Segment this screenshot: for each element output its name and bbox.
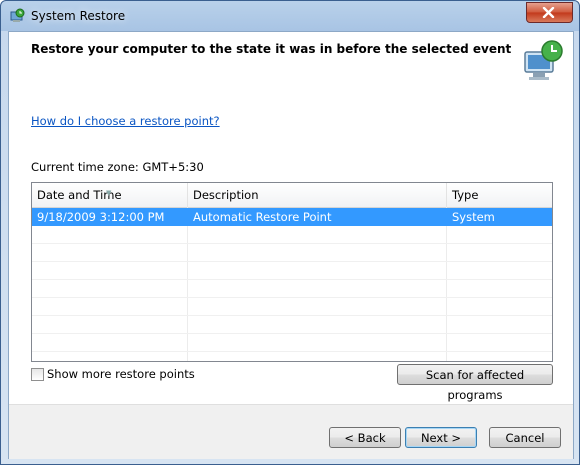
wizard-footer: < Back Next > Cancel	[9, 404, 573, 459]
cell-date: 9/18/2009 3:12:00 PM	[37, 210, 165, 224]
column-header-date[interactable]: ▼ Date and Time	[32, 183, 188, 207]
close-button[interactable]	[526, 2, 573, 23]
system-restore-window: System Restore Restore your computer to …	[0, 0, 580, 465]
restore-monitor-icon	[519, 38, 565, 87]
cell-type: System	[452, 210, 495, 224]
help-link[interactable]: How do I choose a restore point?	[31, 114, 220, 128]
page-title: Restore your computer to the state it wa…	[31, 42, 512, 56]
cancel-button[interactable]: Cancel	[489, 427, 561, 448]
table-row[interactable]: 9/18/2009 3:12:00 PM Automatic Restore P…	[32, 208, 552, 226]
wizard-header: Restore your computer to the state it wa…	[9, 32, 573, 94]
wizard-content: Restore your computer to the state it wa…	[8, 31, 574, 459]
restore-point-list[interactable]: ▼ Date and Time Description Type 9/18/20…	[31, 182, 553, 362]
show-more-label: Show more restore points	[47, 367, 195, 381]
timezone-label: Current time zone: GMT+5:30	[31, 160, 204, 174]
column-header-type[interactable]: Type	[447, 183, 552, 207]
list-header: ▼ Date and Time Description Type	[32, 183, 552, 208]
checkbox-box[interactable]	[31, 368, 44, 381]
column-header-description[interactable]: Description	[188, 183, 447, 207]
sort-arrow-icon: ▼	[106, 189, 112, 197]
cell-description: Automatic Restore Point	[193, 210, 332, 224]
close-icon	[542, 7, 555, 18]
back-button[interactable]: < Back	[329, 427, 401, 448]
system-restore-icon	[9, 8, 25, 24]
title-bar[interactable]: System Restore	[1, 1, 579, 31]
window-title: System Restore	[31, 9, 126, 23]
scan-affected-programs-button[interactable]: Scan for affected programs	[397, 364, 553, 402]
next-button[interactable]: Next >	[405, 427, 477, 448]
